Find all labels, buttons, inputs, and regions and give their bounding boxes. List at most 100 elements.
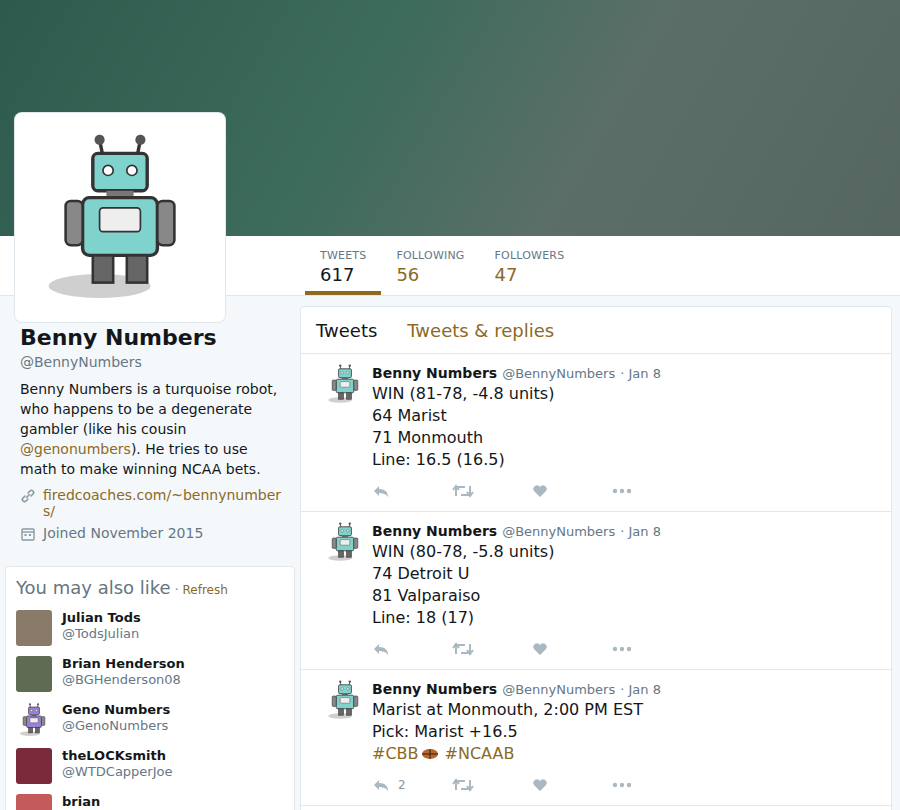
suggestion-handle: @TodsJulian bbox=[62, 626, 141, 642]
tweet-line: Marist at Monmouth, 2:00 PM EST bbox=[372, 699, 876, 721]
tweet-date[interactable]: · Jan 8 bbox=[620, 365, 661, 383]
tweet-author[interactable]: Benny Numbers bbox=[372, 680, 497, 698]
tweet[interactable]: Benny Numbers @BennyNumbers · Jan 8 WIN … bbox=[301, 354, 891, 512]
timeline-panel: Tweets Tweets & replies Benny Numbers @Be… bbox=[300, 306, 892, 810]
suggestion-item[interactable]: Julian Tods @TodsJulian bbox=[16, 610, 284, 656]
heart-icon bbox=[532, 777, 548, 793]
hashtag[interactable]: #CBB bbox=[372, 744, 439, 763]
like-button[interactable] bbox=[532, 777, 612, 793]
suggestion-info: Brian Henderson @BGHenderson08 bbox=[62, 656, 185, 702]
suggestion-info: Julian Tods @TodsJulian bbox=[62, 610, 141, 656]
tweet-line: Line: 18 (17) bbox=[372, 607, 876, 629]
suggestion-item[interactable]: Geno Numbers @GenoNumbers bbox=[16, 702, 284, 748]
profile-joined: Joined November 2015 bbox=[43, 525, 203, 541]
tweet-header: Benny Numbers @BennyNumbers · Jan 8 bbox=[372, 680, 876, 699]
tweet-avatar[interactable] bbox=[321, 680, 369, 728]
profile-card: Benny Numbers @BennyNumbers Benny Number… bbox=[0, 296, 300, 542]
hashtag[interactable]: #NCAAB bbox=[445, 744, 515, 763]
tweet-line: Line: 16.5 (16.5) bbox=[372, 449, 876, 471]
more-icon bbox=[612, 646, 632, 652]
reply-icon bbox=[372, 641, 390, 657]
link-icon bbox=[20, 488, 36, 504]
tweet-body: Benny Numbers @BennyNumbers · Jan 8 WIN … bbox=[372, 364, 876, 501]
suggestion-handle: @GenoNumbers bbox=[62, 718, 170, 734]
retweet-icon bbox=[452, 777, 474, 793]
retweet-button[interactable] bbox=[452, 641, 532, 657]
tweet[interactable]: Benny Numbers @BennyNumbers · Jan 8 Mari… bbox=[301, 670, 891, 806]
robot-avatar-icon bbox=[325, 680, 365, 720]
suggestion-name: Julian Tods bbox=[62, 610, 141, 626]
tweet-handle: @BennyNumbers bbox=[502, 365, 615, 383]
more-button[interactable] bbox=[612, 488, 692, 494]
suggestion-item[interactable]: theLOCKsmith @WTDCapperJoe bbox=[16, 748, 284, 794]
tweet-hashtags: #CBB #NCAAB bbox=[372, 743, 876, 765]
tweet-actions bbox=[372, 639, 876, 659]
more-icon bbox=[612, 488, 632, 494]
basketball-icon bbox=[421, 748, 439, 760]
profile-handle[interactable]: @BennyNumbers bbox=[20, 352, 285, 372]
stat-value: 47 bbox=[495, 263, 565, 287]
stat-tab[interactable]: FOLLOWING 56 bbox=[381, 236, 479, 295]
bio-mention[interactable]: @genonumbers bbox=[20, 441, 131, 457]
profile-name[interactable]: Benny Numbers bbox=[20, 324, 285, 352]
robot-avatar-icon bbox=[325, 522, 365, 562]
suggestion-photo bbox=[16, 610, 52, 646]
retweet-button[interactable] bbox=[452, 777, 532, 793]
reply-count: 2 bbox=[398, 778, 406, 792]
reply-button[interactable] bbox=[372, 483, 452, 499]
tweet-body: Benny Numbers @BennyNumbers · Jan 8 WIN … bbox=[372, 522, 876, 659]
profile-url-row: firedcoaches.com/~bennynumbers/ bbox=[20, 487, 285, 519]
like-button[interactable] bbox=[532, 483, 612, 499]
reply-button[interactable] bbox=[372, 641, 452, 657]
suggestion-item[interactable]: brian bbox=[16, 794, 284, 810]
suggestion-info: Geno Numbers @GenoNumbers bbox=[62, 702, 170, 748]
retweet-button[interactable] bbox=[452, 483, 532, 499]
tweet-author[interactable]: Benny Numbers bbox=[372, 364, 497, 382]
tweet-date[interactable]: · Jan 8 bbox=[620, 681, 661, 699]
suggestion-item[interactable]: Brian Henderson @BGHenderson08 bbox=[16, 656, 284, 702]
refresh-link[interactable]: Refresh bbox=[183, 583, 228, 597]
profile-bio: Benny Numbers is a turquoise robot, who … bbox=[20, 379, 285, 479]
suggestion-photo bbox=[16, 656, 52, 692]
profile-page: TWEETS 617FOLLOWING 56FOLLOWERS 47 Benny… bbox=[0, 0, 900, 810]
timeline-tabs: Tweets Tweets & replies bbox=[301, 307, 891, 354]
timeline-tab[interactable]: Tweets & replies bbox=[407, 320, 554, 341]
like-button[interactable] bbox=[532, 641, 612, 657]
tweet-handle: @BennyNumbers bbox=[502, 523, 615, 541]
profile-avatar[interactable] bbox=[15, 113, 225, 322]
tweet-date[interactable]: · Jan 8 bbox=[620, 523, 661, 541]
bio-text: Benny Numbers is a turquoise robot, who … bbox=[20, 381, 277, 437]
suggestion-name: Brian Henderson bbox=[62, 656, 185, 672]
calendar-icon bbox=[20, 526, 36, 542]
timeline-tab[interactable]: Tweets bbox=[316, 320, 377, 341]
robot-avatar-icon bbox=[325, 364, 365, 404]
tweet-avatar[interactable] bbox=[321, 522, 369, 570]
profile-url[interactable]: firedcoaches.com/~bennynumbers/ bbox=[43, 487, 283, 519]
tweet-line: Pick: Marist +16.5 bbox=[372, 721, 876, 743]
tweet-line: 81 Valparaiso bbox=[372, 585, 876, 607]
suggestion-avatar bbox=[16, 702, 52, 738]
tweet-body: Benny Numbers @BennyNumbers · Jan 8 Mari… bbox=[372, 680, 876, 795]
more-button[interactable] bbox=[612, 646, 692, 652]
tweet-header: Benny Numbers @BennyNumbers · Jan 8 bbox=[372, 522, 876, 541]
more-button[interactable] bbox=[612, 782, 692, 788]
heart-icon bbox=[532, 483, 548, 499]
main-area: Benny Numbers @BennyNumbers Benny Number… bbox=[0, 296, 900, 810]
tweet-avatar[interactable] bbox=[321, 364, 369, 412]
tweet-handle: @BennyNumbers bbox=[502, 681, 615, 699]
stat-tab[interactable]: TWEETS 617 bbox=[305, 236, 381, 295]
reply-icon bbox=[372, 777, 390, 793]
tweet[interactable]: Benny Numbers @BennyNumbers · Jan 8 WIN … bbox=[301, 512, 891, 670]
tweet-author[interactable]: Benny Numbers bbox=[372, 522, 497, 540]
stat-tab[interactable]: FOLLOWERS 47 bbox=[480, 236, 580, 295]
reply-button[interactable]: 2 bbox=[372, 777, 452, 793]
stat-value: 56 bbox=[396, 263, 464, 287]
suggestion-photo bbox=[16, 794, 52, 810]
heart-icon bbox=[532, 641, 548, 657]
suggestion-info: brian bbox=[62, 794, 100, 810]
stat-label: TWEETS bbox=[320, 249, 366, 263]
retweet-icon bbox=[452, 641, 474, 657]
robot-avatar-icon bbox=[17, 703, 51, 737]
suggestion-info: theLOCKsmith @WTDCapperJoe bbox=[62, 748, 172, 794]
suggestions-title: You may also like bbox=[16, 577, 171, 598]
